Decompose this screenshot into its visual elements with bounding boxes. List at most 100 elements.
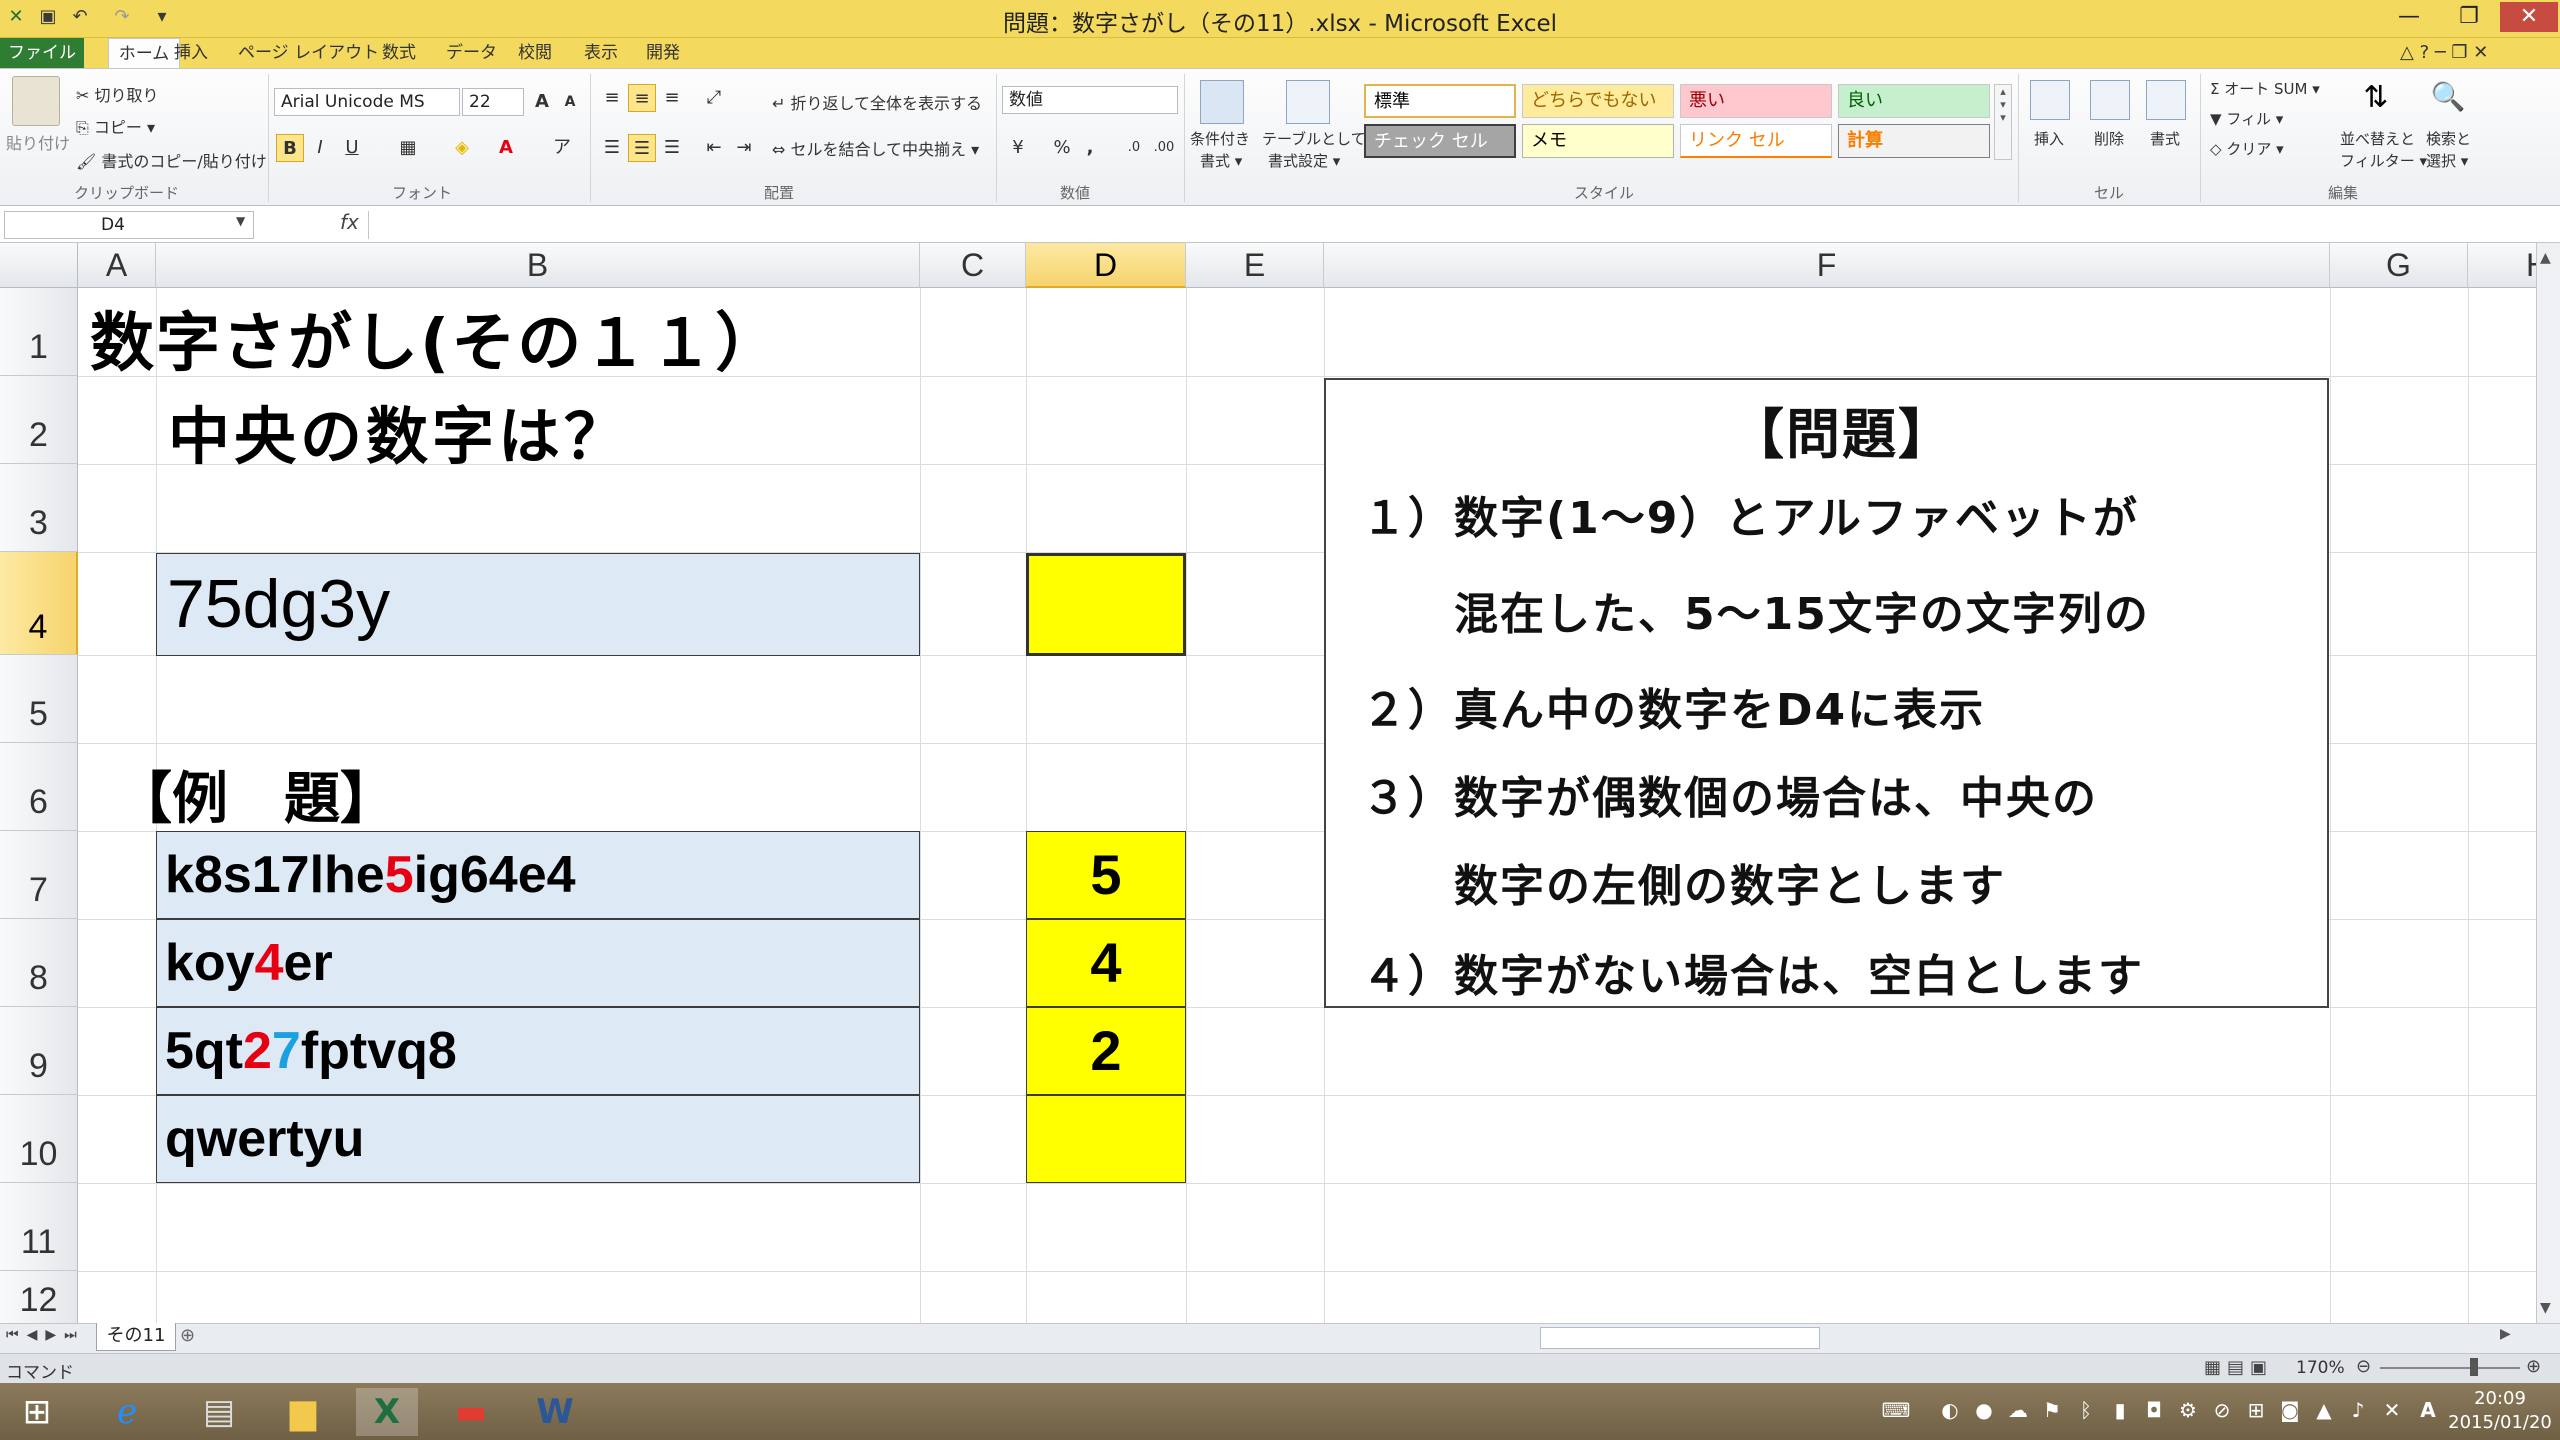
column-header-d[interactable]: D [1026, 243, 1186, 288]
internet-explorer-icon[interactable]: ℯ [96, 1388, 158, 1436]
tab-insert[interactable]: 挿入 [166, 38, 216, 68]
row-header-4[interactable]: 4 [0, 552, 78, 655]
row-header-5[interactable]: 5 [0, 655, 78, 743]
scroll-down-icon[interactable]: ▼ [2540, 1300, 2551, 1316]
excel-taskbar-icon[interactable]: X [356, 1388, 418, 1436]
increase-indent-icon[interactable]: ⇥ [730, 134, 758, 162]
autosum-button[interactable]: Σ オート SUM ▾ [2210, 78, 2320, 99]
example-answer-d7[interactable]: 5 [1026, 831, 1186, 919]
clear-button[interactable]: ◇ クリア ▾ [2210, 138, 2284, 159]
delete-cells-label[interactable]: 削除 [2094, 128, 2124, 149]
align-top-icon[interactable]: ≡ [598, 84, 626, 112]
tab-data[interactable]: データ [438, 38, 505, 68]
example-answer-d9[interactable]: 2 [1026, 1007, 1186, 1095]
align-center-icon[interactable]: ☰ [628, 134, 656, 162]
insert-cells-icon[interactable] [2030, 80, 2070, 120]
clock-date[interactable]: 2015/01/20 [2446, 1412, 2554, 1433]
fill-button[interactable]: ▼ フィル ▾ [2210, 108, 2283, 129]
format-cells-icon[interactable] [2146, 80, 2186, 120]
find-select-label[interactable]: 検索と [2426, 128, 2471, 149]
volume-icon[interactable]: ♪ [2344, 1392, 2372, 1428]
formula-input[interactable] [368, 211, 2538, 239]
tray-icon[interactable]: ◐ [1936, 1392, 1964, 1428]
wrap-text-button[interactable]: ↵ 折り返して全体を表示する [772, 90, 982, 114]
align-left-icon[interactable]: ☰ [598, 134, 626, 162]
align-bottom-icon[interactable]: ≡ [658, 84, 686, 112]
sheet-tab-active[interactable]: その11 [96, 1323, 176, 1351]
keyboard-icon[interactable]: ⌨ [1876, 1392, 1916, 1428]
sort-filter-label[interactable]: 並べ替えと [2340, 128, 2415, 149]
column-header-h[interactable]: H [2468, 243, 2536, 288]
column-header-c[interactable]: C [920, 243, 1026, 288]
number-format-combo[interactable]: 数値 [1002, 86, 1178, 114]
onedrive-icon[interactable]: ☁ [2004, 1392, 2032, 1428]
example-cell-b9[interactable]: 5qt27fptvq8 [156, 1007, 920, 1095]
copy-button[interactable]: ⎘ コピー ▾ [76, 114, 155, 138]
minimize-button[interactable]: — [2380, 2, 2438, 32]
scroll-up-icon[interactable]: ▲ [2540, 250, 2551, 266]
input-cell-b4[interactable]: 75dg3y [156, 553, 920, 656]
conditional-format-label2[interactable]: 書式 ▾ [1200, 150, 1242, 171]
tray-icon[interactable]: ◙ [2276, 1392, 2304, 1428]
row-header-2[interactable]: 2 [0, 376, 78, 464]
scroll-right-icon[interactable]: ▶ [2500, 1326, 2511, 1342]
sheet-nav-icon[interactable]: ⏮◀▶⏭ [6, 1327, 85, 1343]
row-header-1[interactable]: 1 [0, 288, 78, 376]
name-box[interactable]: D4 [4, 211, 254, 239]
format-painter-button[interactable]: 🖌 書式のコピー/貼り付け [76, 148, 267, 172]
style-calc[interactable]: 計算 [1838, 124, 1990, 158]
increase-decimal-icon[interactable]: .0 [1120, 134, 1148, 162]
word-taskbar-icon[interactable]: W [524, 1388, 586, 1436]
row-header-11[interactable]: 11 [0, 1183, 78, 1271]
column-header-f[interactable]: F [1324, 243, 2330, 288]
fill-color-icon[interactable]: ◈ [448, 134, 476, 162]
comma-button[interactable]: , [1076, 134, 1104, 162]
conditional-format-label[interactable]: 条件付き [1190, 128, 1250, 149]
currency-icon[interactable]: ¥ [1004, 134, 1032, 162]
tab-developer[interactable]: 開発 [638, 38, 688, 68]
row-header-7[interactable]: 7 [0, 831, 78, 919]
tray-icon[interactable]: ⊞ [2242, 1392, 2270, 1428]
font-name-combo[interactable]: Arial Unicode MS [274, 88, 460, 116]
explorer-icon[interactable]: ▤ [188, 1388, 250, 1436]
row-header-3[interactable]: 3 [0, 464, 78, 552]
tab-view[interactable]: 表示 [576, 38, 626, 68]
bold-button[interactable]: B [276, 134, 304, 162]
restore-button[interactable]: ❐ [2440, 2, 2498, 32]
zoom-in-icon[interactable]: ⊕ [2526, 1356, 2541, 1377]
zoom-out-icon[interactable]: ⊖ [2356, 1356, 2371, 1377]
tray-icon[interactable]: ⚙ [2174, 1392, 2202, 1428]
orientation-icon[interactable]: ⤢ [700, 84, 728, 112]
style-link-cell[interactable]: リンク セル [1680, 124, 1832, 158]
insert-function-icon[interactable]: fx [340, 210, 359, 234]
network-icon[interactable]: ▮ [2106, 1392, 2134, 1428]
tray-icon[interactable]: ● [1970, 1392, 1998, 1428]
table-format-label2[interactable]: 書式設定 ▾ [1268, 150, 1340, 171]
style-neutral[interactable]: どちらでもない [1522, 84, 1674, 118]
folder-icon[interactable]: ▆ [272, 1388, 334, 1436]
style-bad[interactable]: 悪い [1680, 84, 1832, 118]
format-cells-label[interactable]: 書式 [2150, 128, 2180, 149]
example-answer-d8[interactable]: 4 [1026, 919, 1186, 1007]
paste-label[interactable]: 貼り付け [6, 130, 70, 154]
row-header-8[interactable]: 8 [0, 919, 78, 1007]
sort-filter-label2[interactable]: フィルター ▾ [2340, 150, 2427, 171]
new-sheet-icon[interactable]: ⊕ [180, 1325, 195, 1346]
tab-formulas[interactable]: 数式 [374, 38, 424, 68]
example-cell-b10[interactable]: qwertyu [156, 1095, 920, 1183]
align-middle-icon[interactable]: ≡ [628, 84, 656, 112]
insert-cells-label[interactable]: 挿入 [2034, 128, 2064, 149]
close-button[interactable]: ✕ [2500, 2, 2558, 32]
delete-cells-icon[interactable] [2090, 80, 2130, 120]
percent-button[interactable]: % [1048, 134, 1076, 162]
merge-center-button[interactable]: ⇔ セルを結合して中央揃え ▾ [772, 136, 979, 160]
row-header-9[interactable]: 9 [0, 1007, 78, 1095]
horizontal-scrollbar[interactable] [1540, 1327, 1820, 1349]
row-header-12[interactable]: 12 [0, 1271, 78, 1323]
phonetic-icon[interactable]: ア [548, 134, 576, 162]
find-select-icon[interactable]: 🔍 [2428, 80, 2468, 120]
style-good[interactable]: 良い [1838, 84, 1990, 118]
flag-icon[interactable]: ⚑ [2038, 1392, 2066, 1428]
tab-review[interactable]: 校閲 [510, 38, 560, 68]
align-right-icon[interactable]: ☰ [658, 134, 686, 162]
